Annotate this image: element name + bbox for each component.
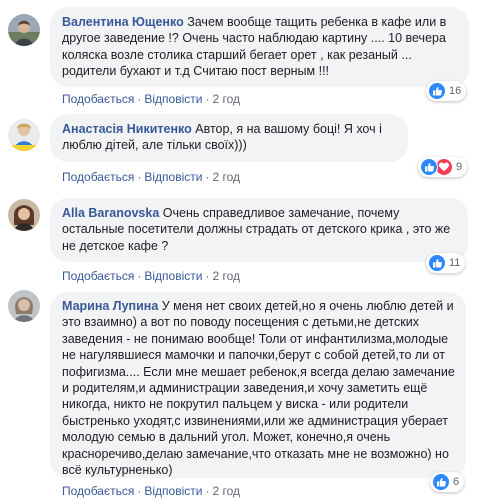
avatar[interactable]	[8, 290, 40, 322]
reaction-count: 6	[453, 476, 460, 488]
comment-actions: Подобається · Відповісти · 2 год	[62, 484, 240, 498]
comment-time[interactable]: 2 год	[212, 484, 240, 498]
like-link[interactable]: Подобається	[62, 269, 134, 283]
reply-link[interactable]: Відповісти	[144, 269, 202, 283]
like-icon	[420, 158, 438, 176]
reply-link[interactable]: Відповісти	[144, 170, 202, 184]
comment-author[interactable]: Валентина Ющенко	[62, 15, 184, 29]
comment-actions: Подобається · Відповісти · 2 год	[62, 92, 240, 106]
like-link[interactable]: Подобається	[62, 92, 134, 106]
comment-author[interactable]: Alla Baranovska	[62, 206, 159, 220]
comment-author[interactable]: Анастасія Никитенко	[62, 122, 192, 136]
comment-time[interactable]: 2 год	[212, 170, 240, 184]
avatar[interactable]	[8, 199, 40, 231]
comment-bubble: Валентина Ющенко Зачем вообще тащить реб…	[50, 7, 469, 87]
avatar[interactable]	[8, 14, 40, 46]
reactions-summary[interactable]: 9	[418, 157, 468, 177]
comment-actions: Подобається · Відповісти · 2 год	[62, 269, 240, 283]
reaction-count: 11	[449, 257, 461, 269]
reaction-count: 9	[456, 161, 463, 173]
comment-bubble: Анастасія Никитенко Автор, я на вашому б…	[50, 114, 408, 162]
reply-link[interactable]: Відповісти	[144, 484, 202, 498]
reactions-summary[interactable]: 6	[430, 472, 465, 492]
like-icon	[432, 473, 450, 491]
like-link[interactable]: Подобається	[62, 484, 134, 498]
comment-time[interactable]: 2 год	[212, 92, 240, 106]
like-icon	[428, 254, 446, 272]
reaction-count: 16	[449, 85, 462, 97]
comment-text: У меня нет своих детей,но я очень люблю …	[62, 299, 455, 478]
comment-bubble: Alla Baranovska Очень справедливое замеч…	[50, 198, 468, 262]
like-icon	[428, 82, 446, 100]
reactions-summary[interactable]: 16	[426, 81, 467, 101]
comment-author[interactable]: Марина Лупина	[62, 299, 158, 313]
reply-link[interactable]: Відповісти	[144, 92, 202, 106]
reactions-summary[interactable]: 11	[426, 253, 466, 273]
comment-actions: Подобається · Відповісти · 2 год	[62, 170, 240, 184]
avatar[interactable]	[8, 119, 40, 151]
comment-time[interactable]: 2 год	[212, 269, 240, 283]
comment-bubble: Марина Лупина У меня нет своих детей,но …	[50, 292, 466, 478]
like-link[interactable]: Подобається	[62, 170, 134, 184]
